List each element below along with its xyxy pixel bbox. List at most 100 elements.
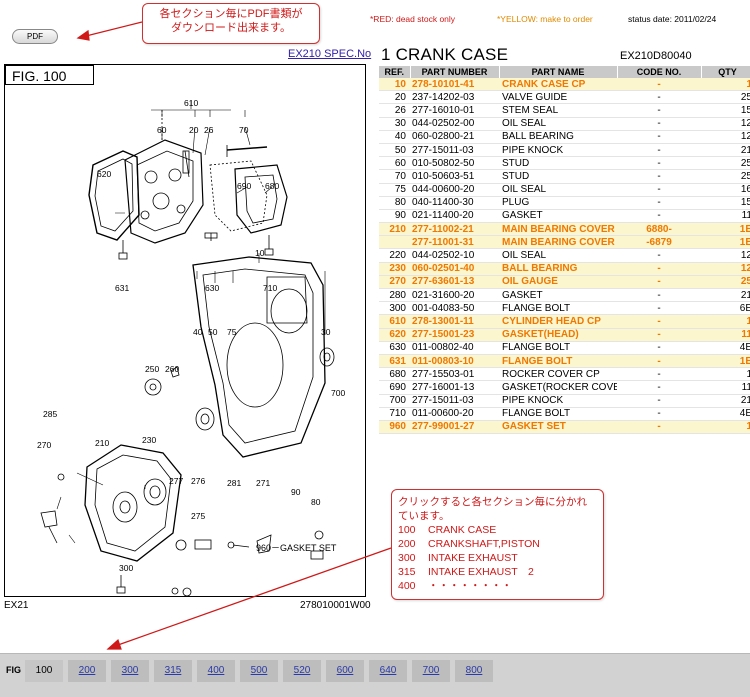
section-tabs-callout: クリックすると各セクション毎に分かれ ています。 100 CRANK CASE 20… <box>391 489 604 600</box>
diagram-callout-10: 10 <box>255 248 265 258</box>
callout-section-label: INTAKE EXHAUST 2 <box>428 566 534 578</box>
part-name-cell: VALVE GUIDE <box>499 90 617 105</box>
callout-bottom-line-2: ています。 <box>398 510 450 522</box>
code-no-cell: - <box>617 78 701 92</box>
ref-cell: 680 <box>379 367 410 382</box>
tab-fig-300[interactable]: 300 <box>111 660 149 682</box>
qty-cell: 12 <box>701 130 750 144</box>
diagram-callout-300: 300 <box>119 563 133 573</box>
figure-footer-drawing-no: 278010001W00 <box>300 600 371 611</box>
tab-fig-640[interactable]: 640 <box>369 660 407 682</box>
diagram-callout-690: 690 <box>237 181 251 191</box>
callout-section-number: 315 <box>398 566 416 578</box>
part-name-cell: OIL SEAL <box>499 248 617 263</box>
tab-fig-700[interactable]: 700 <box>412 660 450 682</box>
parts-table-row: 280021-31600-20GASKET-21 <box>379 288 750 303</box>
tab-fig-800[interactable]: 800 <box>455 660 493 682</box>
parts-table-row: 26277-16010-01STEM SEAL-15 <box>379 103 750 118</box>
qty-cell: 1 <box>701 78 750 92</box>
qty-cell: 1E <box>701 354 750 369</box>
part-name-cell: BALL BEARING <box>499 130 617 144</box>
parts-table-row: 50277-15011-03PIPE KNOCK-21 <box>379 143 750 158</box>
callout-section-item: 100 CRANK CASE <box>398 523 603 537</box>
ref-cell: 270 <box>379 275 410 290</box>
ref-cell: 710 <box>379 407 410 421</box>
callout-section-number: 300 <box>398 552 416 564</box>
diagram-callout-281: 281 <box>227 478 241 488</box>
ref-cell: 10 <box>379 78 410 92</box>
tab-fig-400[interactable]: 400 <box>197 660 235 682</box>
diagram-callout-250: 250 <box>145 364 159 374</box>
legend-yellow-text: *YELLOW: make to order <box>497 14 593 24</box>
part-number-cell: 060-02800-21 <box>410 130 499 144</box>
qty-cell: 15 <box>701 103 750 118</box>
parts-table: REF. PART NUMBER PART NAME CODE NO. QTY … <box>379 66 750 435</box>
code-no-cell: - <box>617 275 701 290</box>
qty-cell: 25 <box>701 169 750 184</box>
diagram-callout-620: 620 <box>97 169 111 179</box>
part-name-cell: OIL SEAL <box>499 183 617 197</box>
diagram-callout-276: 276 <box>191 476 205 486</box>
tab-fig-315[interactable]: 315 <box>154 660 192 682</box>
callout-top-line-2: ダウンロード出来ます。 <box>171 22 291 34</box>
qty-cell: 1 <box>701 314 750 329</box>
tab-fig-600[interactable]: 600 <box>326 660 364 682</box>
part-name-cell: STUD <box>499 169 617 184</box>
part-name-cell: OIL GAUGE <box>499 275 617 290</box>
ref-cell: 700 <box>379 394 410 408</box>
tab-fig-100[interactable]: 100 <box>25 660 63 682</box>
callout-section-item: 200 CRANKSHAFT,PISTON <box>398 537 603 551</box>
ref-cell: 210 <box>379 222 410 237</box>
ref-cell: 26 <box>379 103 410 118</box>
qty-cell: 4E <box>701 341 750 355</box>
parts-table-row: 210 277-11002-21 MAIN BEARING COVER C 6880-… <box>379 222 750 237</box>
part-number-cell: 237-14202-03 <box>410 90 499 105</box>
col-header-ref: REF. <box>379 66 411 78</box>
qty-cell: 12 <box>701 262 750 276</box>
part-name-cell: CRANK CASE CP <box>499 78 617 92</box>
part-number-cell: 277-99001-27 <box>410 420 499 435</box>
tab-label: 100 <box>35 665 53 676</box>
code-no-cell: - <box>617 183 701 197</box>
callout-section-item: 400 ・・・・・・・・ <box>398 579 603 593</box>
code-no-cell: - <box>617 394 701 408</box>
code-no-cell: - <box>617 196 701 210</box>
diagram-callout-80: 80 <box>311 497 321 507</box>
ref-cell: 610 <box>379 314 410 329</box>
spec-no-link[interactable]: EX210 SPEC.No <box>288 48 371 60</box>
qty-cell: 21 <box>701 394 750 408</box>
part-number-cell: 060-02501-40 <box>410 262 499 276</box>
callout-section-item: 315 INTAKE EXHAUST 2 <box>398 565 603 579</box>
part-number-cell: 277-16010-01 <box>410 103 499 118</box>
parts-table-row: 80040-11400-30PLUG-15 <box>379 196 750 210</box>
col-header-qty: QTY <box>701 66 750 78</box>
diagram-callout-50: 50 <box>208 327 218 337</box>
parts-table-row: 10278-10101-41CRANK CASE CP-1 <box>379 78 750 92</box>
tab-fig-200[interactable]: 200 <box>68 660 106 682</box>
qty-cell: 25 <box>701 156 750 171</box>
parts-table-header: REF. PART NUMBER PART NAME CODE NO. QTY <box>379 66 750 78</box>
part-name-cell: GASKET(ROCKER COVER) <box>499 380 617 395</box>
part-number-cell: 277-15503-01 <box>410 367 499 382</box>
parts-table-row: 610278-13001-11CYLINDER HEAD CP-1 <box>379 314 750 329</box>
part-number-cell: 010-50802-50 <box>410 156 499 171</box>
parts-table-row: 620277-15001-23GASKET(HEAD)-11 <box>379 328 750 342</box>
part-number-cell: 010-50603-51 <box>410 169 499 184</box>
code-no-cell: - <box>617 407 701 421</box>
ref-cell: 30 <box>379 117 410 131</box>
qty-cell: 1 <box>701 367 750 382</box>
ref-cell: 631 <box>379 354 410 369</box>
gasket-set-note: 960－GASKET SET <box>256 543 337 553</box>
parts-table-row: 90021-11400-20GASKET-11 <box>379 209 750 224</box>
qty-cell: 25 <box>701 90 750 105</box>
part-number-cell: 277-11002-21 <box>410 222 499 237</box>
part-number-cell: 021-11400-20 <box>410 209 499 224</box>
diagram-callout-260: 260 <box>165 364 179 374</box>
figure-label: FIG. 100 <box>5 65 94 85</box>
tab-fig-520[interactable]: 520 <box>283 660 321 682</box>
code-no-cell: - <box>617 301 701 316</box>
code-no-cell: 6880- <box>617 222 701 237</box>
tab-fig-500[interactable]: 500 <box>240 660 278 682</box>
pdf-download-button[interactable]: PDF <box>12 29 58 44</box>
diagram-callout-230: 230 <box>142 435 156 445</box>
